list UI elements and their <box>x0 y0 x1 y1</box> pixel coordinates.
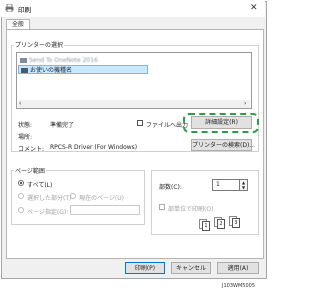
printer-icon <box>20 58 27 63</box>
copies-label: 部数(C): <box>159 184 182 191</box>
collate-page: 3 <box>232 218 240 228</box>
comment-value: RPCS-R Driver (For Windows) <box>50 144 138 151</box>
status-value: 準備完了 <box>50 122 75 129</box>
page-range-current-label: 現在のページ(U) <box>79 195 124 202</box>
collate-icon: 1 2 3 <box>199 216 249 232</box>
scroll-left-icon[interactable]: ‹ <box>19 100 21 108</box>
printer-section-label: プリンターの選択 <box>14 40 65 49</box>
page-range-pages-label: ページ指定(G): <box>27 209 69 216</box>
scroll-right-icon[interactable]: › <box>244 100 246 108</box>
printer-name: お使いの機種名 <box>30 67 73 74</box>
spin-down-icon[interactable]: ▼ <box>240 185 247 190</box>
collate-checkbox[interactable] <box>159 204 165 210</box>
title-bar <box>1 1 265 17</box>
printer-name: Send To OneNote 2016 <box>29 57 98 64</box>
page-range-selection-label: 選択した部分(T) <box>27 195 72 202</box>
collate-page: 2 <box>217 219 225 229</box>
printer-icon <box>21 68 28 73</box>
page-range-all-radio[interactable] <box>18 180 24 186</box>
collate-label: 部単位で印刷(O) <box>168 206 214 213</box>
copies-spinner[interactable]: ▲ ▼ <box>240 179 248 191</box>
location-label: 場所: <box>18 134 33 141</box>
close-icon[interactable]: ✕ <box>250 2 258 14</box>
page-range-all-label: すべて(L) <box>27 182 53 189</box>
print-to-file-label: ファイルへ出力 <box>146 122 189 129</box>
status-label: 状態: <box>18 122 33 129</box>
collate-page: 1 <box>202 221 210 231</box>
page-range-pages-input[interactable] <box>70 205 140 215</box>
cancel-button[interactable]: キャンセル <box>171 262 211 274</box>
window-title: 印刷 <box>18 6 31 14</box>
callout-highlight <box>183 113 259 133</box>
apply-button[interactable]: 適用(A) <box>217 262 259 274</box>
figure-id: J103WM5005 <box>222 283 256 289</box>
page-range-current-radio[interactable] <box>70 193 76 199</box>
page-range-pages-radio[interactable] <box>18 207 24 213</box>
print-to-file-checkbox[interactable] <box>137 120 143 126</box>
page-range-selection-radio[interactable] <box>18 193 24 199</box>
printer-list[interactable]: Send To OneNote 2016 お使いの機種名 ‹ › <box>16 52 252 109</box>
print-button[interactable]: 印刷(P) <box>125 262 165 274</box>
page-range-label: ページ範囲 <box>14 166 46 175</box>
copies-input[interactable]: 1 <box>212 179 240 191</box>
printer-item[interactable]: Send To OneNote 2016 <box>18 56 218 65</box>
comment-label: コメント: <box>18 146 45 153</box>
horizontal-scrollbar[interactable]: ‹ › <box>18 100 250 108</box>
find-printer-button[interactable]: プリンターの検索(D)... <box>191 139 255 151</box>
printer-icon <box>5 4 14 12</box>
printer-item-selected[interactable]: お使いの機種名 <box>18 65 148 74</box>
